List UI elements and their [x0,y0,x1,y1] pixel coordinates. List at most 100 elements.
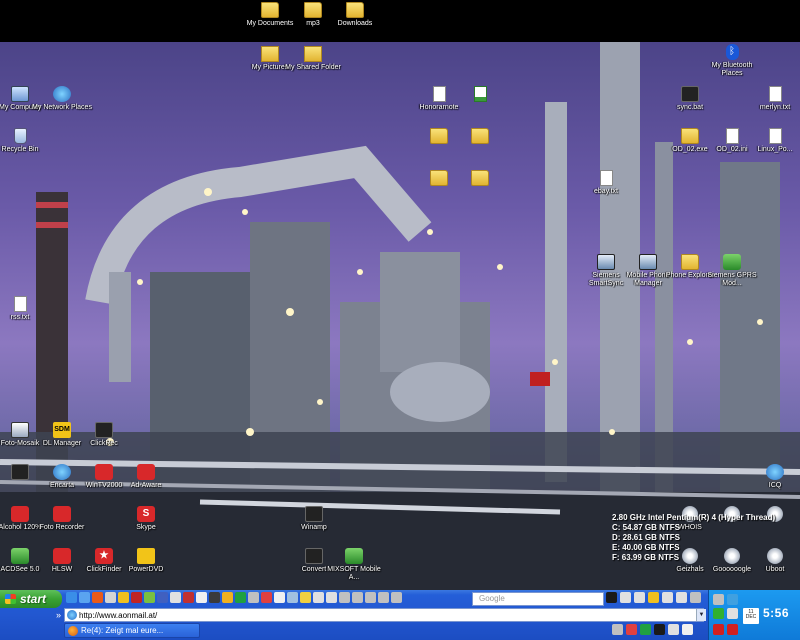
app-icon[interactable] [339,592,350,603]
game-icon [11,464,29,480]
tray-icon[interactable] [713,608,724,619]
taskbar-window-button[interactable]: Re(4): Zeigt mal eure... [64,623,200,638]
clock[interactable]: 5:56 [763,606,789,620]
show-desktop-icon[interactable] [79,592,90,603]
app-icon[interactable] [391,592,402,603]
app-icon[interactable] [662,592,673,603]
desktop-icon-mixsoft[interactable]: MIXSOFT Mobile A... [324,548,384,582]
app-icon[interactable] [668,624,679,635]
desktop-icon-folder-b[interactable] [450,128,510,144]
windows-logo-icon [5,594,16,604]
tray-icon[interactable] [713,594,724,605]
app-icon[interactable] [682,624,693,635]
desktop-icon-siemens-gprs[interactable]: Siemens GPRS Mod... [702,254,762,288]
drive-e-info: E: 40.00 GB NTFS [612,543,680,552]
app-icon[interactable] [626,624,637,635]
app-icon[interactable] [196,592,207,603]
app-icon[interactable] [648,592,659,603]
app-icon[interactable] [634,592,645,603]
app-icon[interactable] [274,592,285,603]
desktop-icon-my-network-places[interactable]: My Network Places [32,86,92,112]
app-icon[interactable] [300,592,311,603]
app-icon[interactable] [326,592,337,603]
app-icon[interactable] [170,592,181,603]
phone-sync-icon [597,254,615,270]
desktop-icon-clickrec[interactable]: ClickRec [74,422,134,448]
app-icon[interactable] [157,592,168,603]
icon-label: Honorarnote [419,104,459,111]
app-icon[interactable] [654,624,665,635]
tray-icon[interactable] [727,594,738,605]
firefox-icon[interactable] [92,592,103,603]
firefox-icon [68,626,78,636]
app-icon[interactable] [313,592,324,603]
desktop-icon-ebay-txt[interactable]: ebay.txt [576,170,636,196]
shared-folder-icon [304,46,322,62]
desktop-icon-icq[interactable]: ICQ [745,464,800,490]
desktop-icon-foto-recorder[interactable]: Foto Recorder [32,506,92,532]
app-icon[interactable] [287,592,298,603]
tray-icon[interactable] [727,624,738,635]
app-icon[interactable] [222,592,233,603]
start-button[interactable]: start [0,590,62,608]
drive-f-info: F: 63.99 GB NTFS [612,553,680,562]
app-icon[interactable] [131,592,142,603]
app-icon[interactable] [620,592,631,603]
icon-label: Winamp [301,524,327,531]
system-info-overlay: 2.80 GHz Intel Pentium(R) 4 (Hyper Threa… [612,513,800,563]
icon-label: rss.txt [10,314,30,321]
toolbar-grip-icon: » [56,610,62,620]
app-icon[interactable] [248,592,259,603]
tray-icon[interactable] [713,624,724,635]
desktop[interactable]: My Documents mp3 Downloads My Pictures M… [0,0,800,590]
address-input[interactable] [64,608,704,622]
desktop-icon-rss-txt[interactable]: rss.txt [0,296,50,322]
recycle-bin-icon [13,128,27,144]
icon-label: ClickRec [90,440,118,447]
taskbar: start Google » http://www.aonmail.at/ ▼ … [0,590,800,640]
app-icon[interactable] [378,592,389,603]
desktop-icon-powerdvd[interactable]: PowerDVD [116,548,176,574]
desktop-icon-spreadsheet[interactable] [450,86,510,102]
app-icon[interactable] [676,592,687,603]
desktop-icon-downloads[interactable]: Downloads [325,2,385,28]
desktop-icon-sync-bat[interactable]: sync.bat [660,86,720,112]
desktop-icon-folder-d[interactable] [450,170,510,186]
desktop-icon-my-shared-folder[interactable]: My Shared Folder [283,46,343,72]
app-icon[interactable] [261,592,272,603]
desktop-icon-merlyn-txt[interactable]: merlyn.txt [745,86,800,112]
convert-icon [305,548,323,564]
batch-file-icon [681,86,699,102]
folder-icon [346,2,364,18]
tray-icon[interactable] [727,608,738,619]
desktop-icon-linux-po[interactable]: Linux_Po... [745,128,800,154]
app-icon[interactable] [352,592,363,603]
desktop-icon-skype[interactable]: S Skype [116,506,176,532]
icon-label: Foto Recorder [39,524,85,531]
icon-label: Uboot [765,566,785,573]
app-icon[interactable] [365,592,376,603]
computer-icon [11,86,29,102]
media-icon[interactable] [105,592,116,603]
address-dropdown-button[interactable]: ▼ [696,609,706,621]
app-icon[interactable] [690,592,701,603]
app-icon[interactable] [209,592,220,603]
desktop-icon-my-bluetooth-places[interactable]: ᛒ My Bluetooth Places [702,44,762,78]
app-icon[interactable] [606,592,617,603]
app-icon[interactable] [640,624,651,635]
mobile-app-icon [345,548,363,564]
calendar-icon[interactable]: 11 DEC [743,608,759,624]
app-icon[interactable] [144,592,155,603]
icon-label: Linux_Po... [757,146,793,153]
desktop-icon-winamp[interactable]: Winamp [284,506,344,532]
desktop-icon-ad-aware[interactable]: Ad-Aware [116,464,176,490]
google-search-box[interactable]: Google [472,592,604,606]
ie-icon[interactable] [66,592,77,603]
drive-d-info: D: 28.61 GB NTFS [612,533,681,542]
desktop-icon-recycle-bin[interactable]: Recycle Bin [0,128,50,154]
explorer-icon[interactable] [118,592,129,603]
app-icon[interactable] [183,592,194,603]
app-icon[interactable] [235,592,246,603]
app-icon[interactable] [612,624,623,635]
notification-area: 11 DEC 5:56 [708,590,800,640]
